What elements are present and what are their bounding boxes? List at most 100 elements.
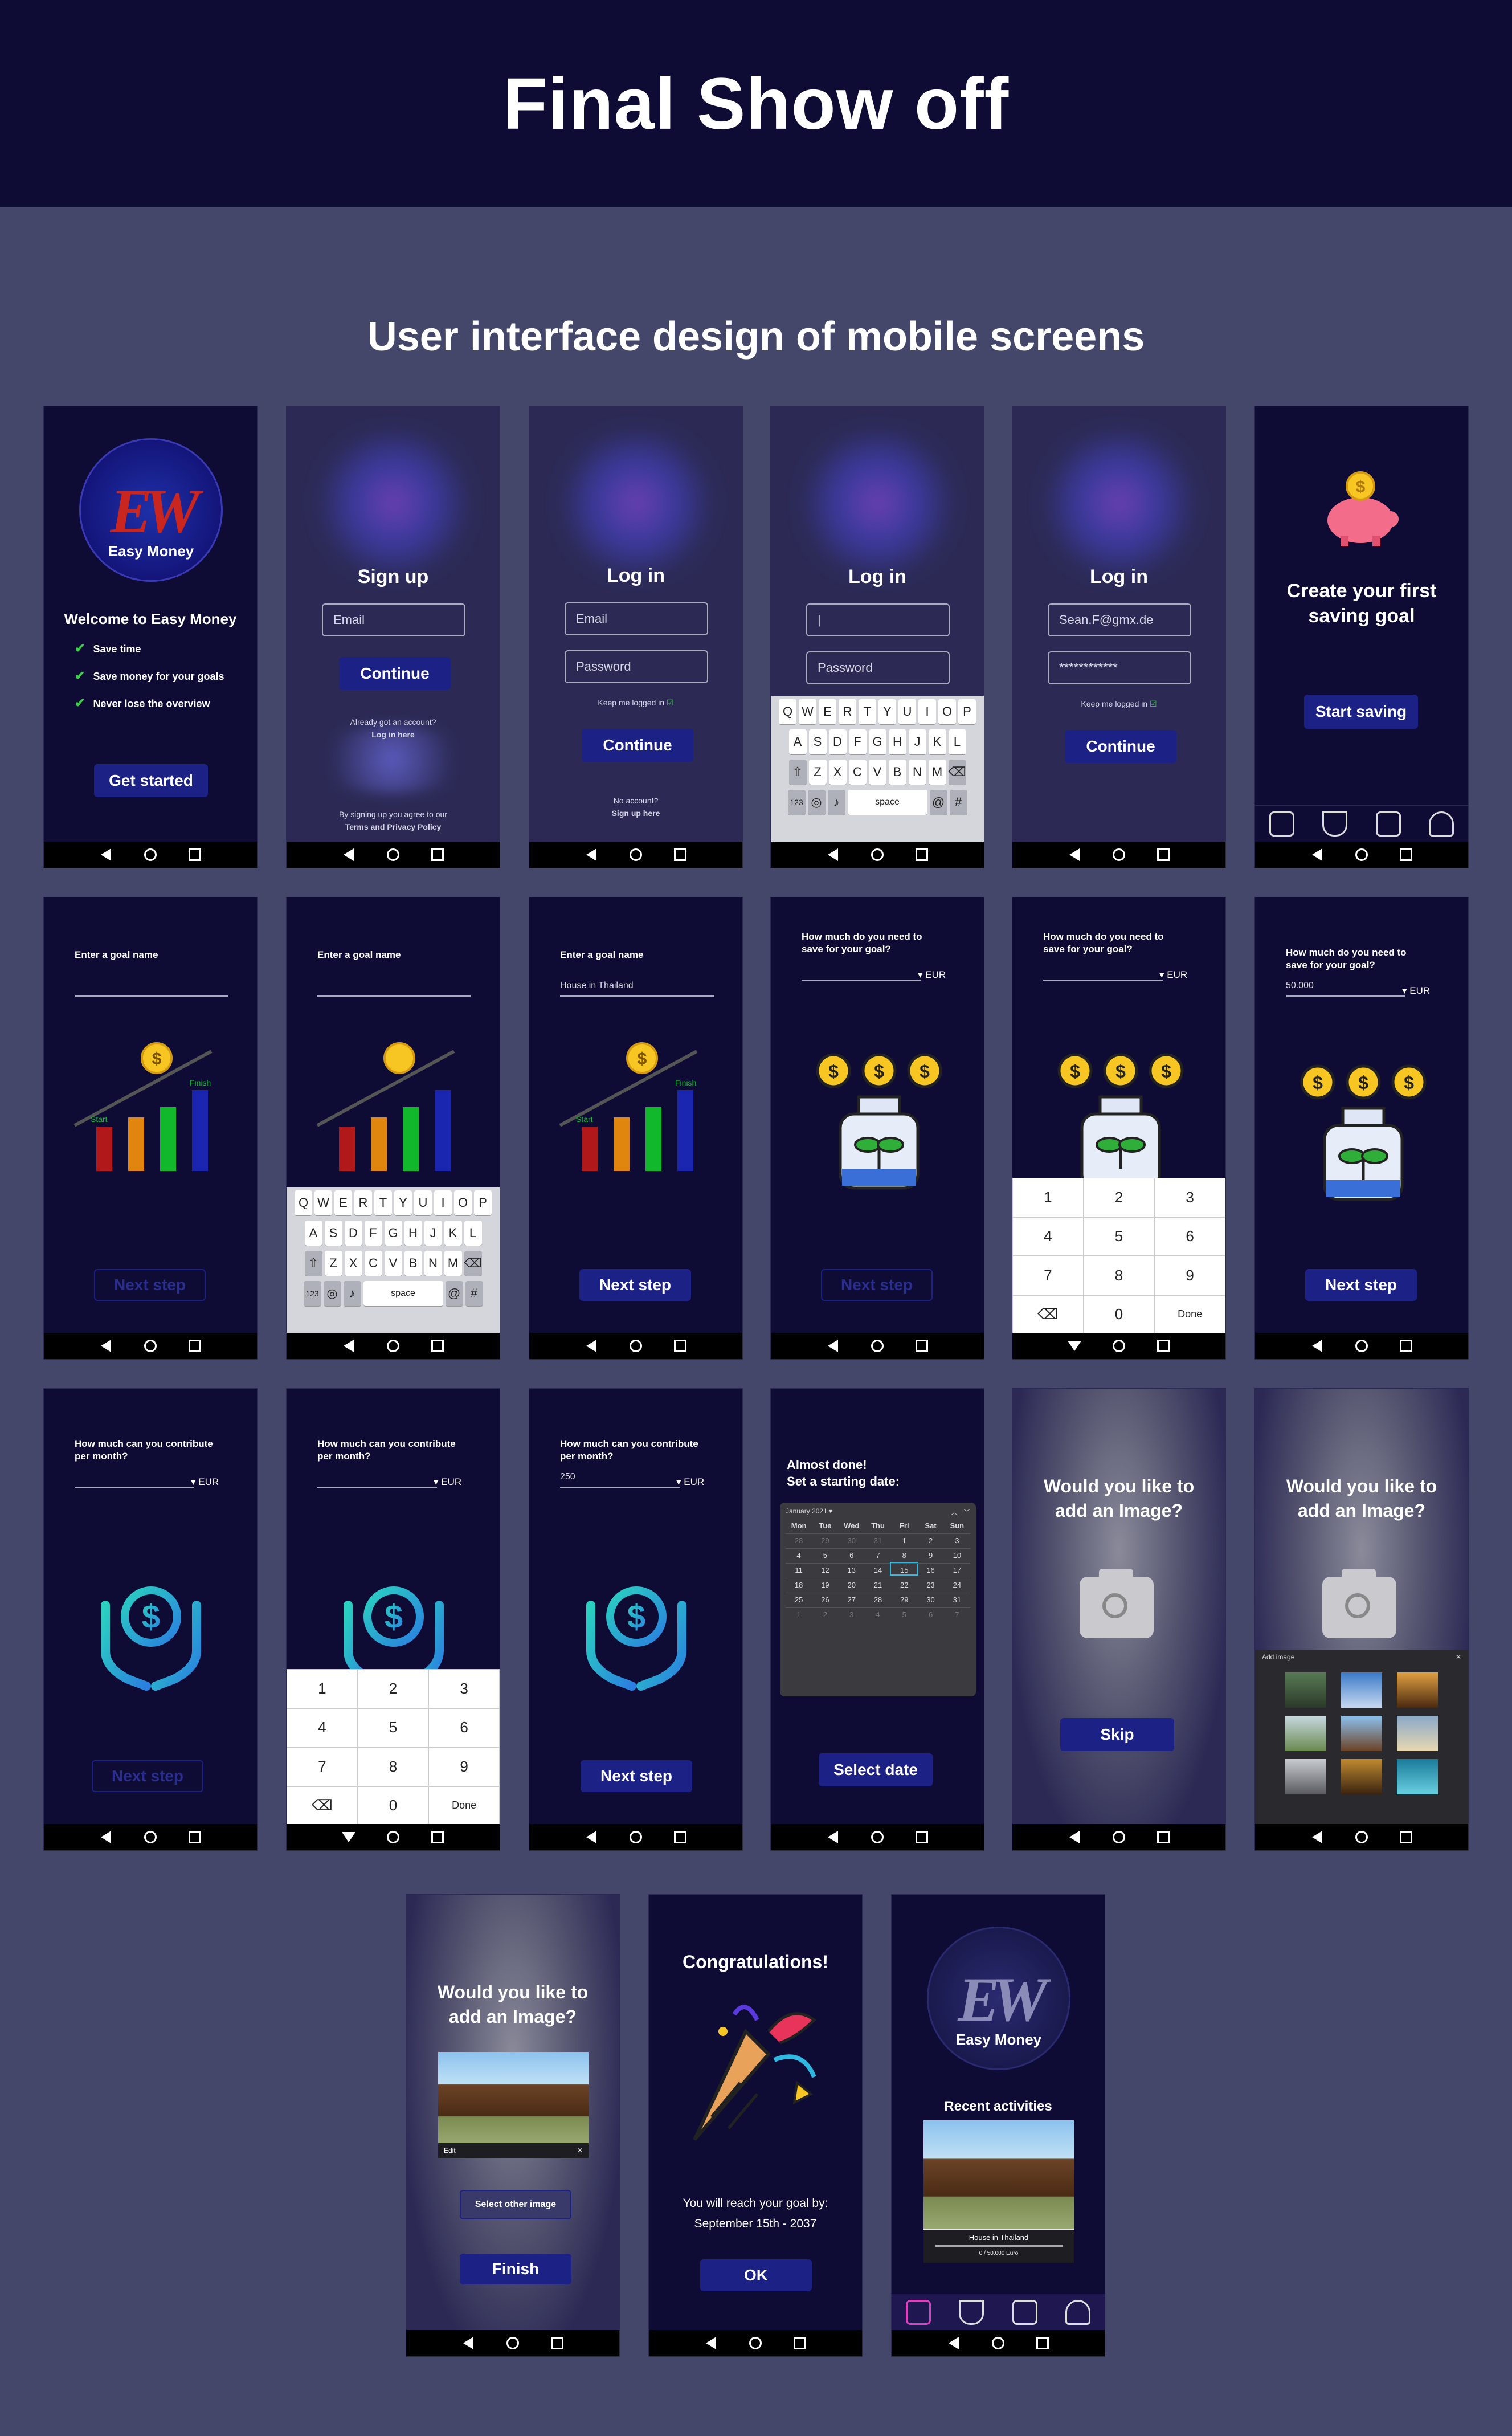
key[interactable]: E: [819, 699, 836, 724]
calendar-day[interactable]: 29: [891, 1593, 918, 1604]
numpad-key[interactable]: 0: [1083, 1295, 1155, 1334]
calendar-day[interactable]: 28: [864, 1593, 892, 1604]
recents-icon[interactable]: [1157, 1830, 1170, 1844]
currency-select[interactable]: ▾ EUR: [676, 1476, 704, 1488]
next-step-button[interactable]: Next step: [1305, 1269, 1417, 1301]
key[interactable]: F: [848, 729, 867, 754]
recents-icon[interactable]: [431, 1339, 444, 1353]
recents-icon[interactable]: [431, 1830, 444, 1844]
key[interactable]: H: [404, 1221, 422, 1246]
gallery-thumbnail[interactable]: [1285, 1759, 1326, 1794]
home-nav-icon[interactable]: [1112, 1830, 1126, 1844]
keep-logged-in-checkbox[interactable]: Keep me logged in ☑: [529, 698, 742, 708]
home-nav-icon[interactable]: [991, 2336, 1005, 2350]
key[interactable]: S: [808, 729, 827, 754]
currency-select[interactable]: ▾ EUR: [1159, 969, 1187, 981]
email-field[interactable]: Email: [322, 603, 465, 636]
activity-card[interactable]: House in Thailand 0 / 50.000 Euro: [923, 2120, 1074, 2263]
back-icon[interactable]: [1310, 1830, 1324, 1844]
back-icon[interactable]: [342, 848, 355, 862]
recents-icon[interactable]: [1399, 1339, 1413, 1353]
back-icon[interactable]: [1310, 1339, 1324, 1353]
calendar-day[interactable]: 4: [786, 1548, 812, 1560]
finish-button[interactable]: Finish: [460, 2254, 571, 2284]
key[interactable]: O: [454, 1190, 472, 1215]
calendar-day[interactable]: 18: [786, 1578, 812, 1589]
goal-name-input[interactable]: [75, 981, 228, 997]
calendar-day[interactable]: 9: [917, 1548, 944, 1560]
back-icon[interactable]: [1310, 848, 1324, 862]
calendar-day[interactable]: 20: [838, 1578, 865, 1589]
calendar-day[interactable]: 19: [812, 1578, 839, 1589]
key[interactable]: C: [364, 1251, 382, 1276]
home-nav-icon[interactable]: [1112, 1339, 1126, 1353]
numpad-key[interactable]: 6: [428, 1708, 500, 1747]
back-icon[interactable]: [585, 848, 598, 862]
home-nav-icon[interactable]: [386, 1830, 400, 1844]
calendar-day[interactable]: 1: [891, 1533, 918, 1545]
email-field[interactable]: Sean.F@gmx.de: [1048, 603, 1191, 636]
numpad-key[interactable]: 9: [1154, 1256, 1225, 1295]
get-started-button[interactable]: Get started: [94, 764, 208, 797]
numpad-key[interactable]: 9: [428, 1747, 500, 1786]
home-nav-icon[interactable]: [749, 2336, 762, 2350]
close-icon[interactable]: ✕: [577, 2147, 583, 2155]
calendar-day[interactable]: 26: [812, 1593, 839, 1604]
calendar-day[interactable]: 17: [943, 1563, 970, 1574]
home-nav-icon[interactable]: [1112, 848, 1126, 862]
numpad-key[interactable]: 1: [287, 1669, 358, 1708]
key[interactable]: W: [314, 1190, 332, 1215]
key[interactable]: P: [958, 699, 976, 724]
next-step-button[interactable]: Next step: [581, 1760, 692, 1792]
gallery-thumbnail[interactable]: [1397, 1716, 1438, 1751]
chart-tab-icon[interactable]: [1375, 811, 1401, 837]
key[interactable]: L: [948, 729, 966, 754]
calendar-day[interactable]: 15: [890, 1562, 919, 1576]
home-nav-icon[interactable]: [506, 2336, 520, 2350]
home-nav-icon[interactable]: [629, 848, 643, 862]
key[interactable]: K: [928, 729, 946, 754]
key[interactable]: M: [928, 760, 946, 785]
home-nav-icon[interactable]: [144, 1830, 157, 1844]
continue-button[interactable]: Continue: [1065, 730, 1176, 763]
calendar-day[interactable]: 5: [891, 1607, 918, 1619]
key[interactable]: Q: [779, 699, 796, 724]
home-nav-icon[interactable]: [871, 1339, 884, 1353]
calendar-day[interactable]: 3: [838, 1607, 865, 1619]
home-nav-icon[interactable]: [629, 1339, 643, 1353]
calendar-day[interactable]: 30: [838, 1533, 865, 1545]
numpad-key[interactable]: 3: [428, 1669, 500, 1708]
home-tab-icon[interactable]: [905, 2299, 931, 2325]
calendar-day[interactable]: 28: [786, 1533, 812, 1545]
space-key[interactable]: space: [363, 1281, 443, 1306]
select-date-button[interactable]: Select date: [819, 1753, 933, 1786]
numpad-key[interactable]: 4: [1012, 1217, 1084, 1256]
key[interactable]: A: [304, 1221, 322, 1246]
currency-select[interactable]: ▾ EUR: [1402, 985, 1430, 997]
recents-icon[interactable]: [188, 848, 202, 862]
numbers-key[interactable]: 123: [303, 1281, 321, 1306]
back-icon[interactable]: [826, 1339, 840, 1353]
numpad-key[interactable]: 7: [287, 1747, 358, 1786]
month-nav[interactable]: ︿ ﹀: [951, 1507, 970, 1517]
numpad-key[interactable]: 5: [1083, 1217, 1155, 1256]
hide-keyboard-icon[interactable]: [342, 1830, 355, 1844]
numpad-key[interactable]: 5: [357, 1708, 429, 1747]
back-icon[interactable]: [704, 2336, 718, 2350]
numpad-key[interactable]: 8: [357, 1747, 429, 1786]
hash-key[interactable]: #: [949, 790, 967, 815]
numpad-key[interactable]: 8: [1083, 1256, 1155, 1295]
globe-icon[interactable]: ◎: [323, 1281, 341, 1306]
key[interactable]: Y: [878, 699, 896, 724]
profile-tab-icon[interactable]: [1065, 2299, 1091, 2325]
recents-icon[interactable]: [915, 848, 929, 862]
email-field[interactable]: Email: [565, 602, 708, 635]
home-nav-icon[interactable]: [386, 848, 400, 862]
numpad-key[interactable]: 7: [1012, 1256, 1084, 1295]
gallery-thumbnail[interactable]: [1341, 1716, 1382, 1751]
key[interactable]: D: [828, 729, 847, 754]
key[interactable]: Q: [295, 1190, 312, 1215]
recents-icon[interactable]: [1399, 1830, 1413, 1844]
backspace-icon[interactable]: ⌫: [948, 760, 966, 785]
back-icon[interactable]: [99, 1830, 113, 1844]
